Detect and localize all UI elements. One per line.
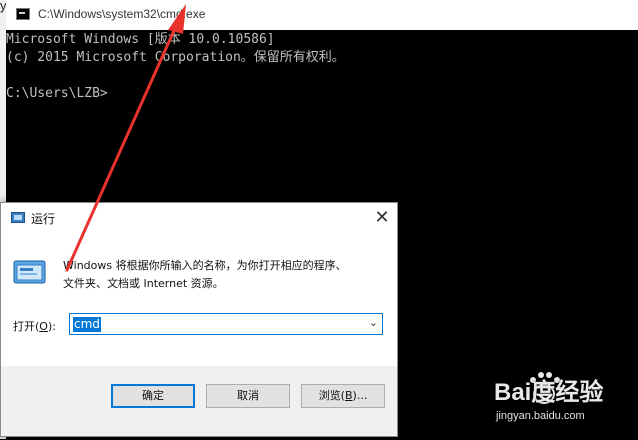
- chevron-down-icon[interactable]: ⌄: [369, 316, 378, 329]
- browse-button[interactable]: 浏览(B)...: [301, 384, 385, 408]
- run-description: Windows 将根据你所输入的名称，为你打开相应的程序、 文件夹、文档或 In…: [63, 257, 383, 293]
- run-description-line: Windows 将根据你所输入的名称，为你打开相应的程序、: [63, 259, 347, 272]
- close-icon: ✕: [374, 207, 390, 228]
- baidu-jingyan-watermark: Bai度经验 jingyan.baidu.com: [488, 368, 636, 434]
- browse-button-text: 浏览(: [318, 389, 345, 402]
- close-button[interactable]: ✕: [367, 203, 397, 233]
- open-combobox[interactable]: cmd ⌄: [69, 313, 383, 335]
- dialog-button-bar: 确定 取消 浏览(B)...: [1, 366, 397, 436]
- run-program-icon: [13, 260, 46, 284]
- watermark-brand: Bai度经验: [494, 379, 604, 406]
- console-app-icon: [16, 8, 30, 20]
- run-dialog-titlebar[interactable]: 运行 ✕: [1, 203, 397, 233]
- run-description-line: 文件夹、文档或 Internet 资源。: [63, 277, 224, 290]
- open-input-value[interactable]: cmd: [73, 317, 101, 332]
- cancel-button[interactable]: 取消: [206, 384, 290, 408]
- run-dialog[interactable]: 运行 ✕ Windows 将根据你所输入的名称，为你打开相应的程序、 文件夹、文…: [0, 202, 398, 437]
- cmd-window-title: C:\Windows\system32\cmd.exe: [38, 7, 206, 21]
- open-label-text: 打开(: [13, 320, 40, 333]
- run-dialog-title: 运行: [31, 212, 56, 226]
- open-label-accesskey: O: [39, 320, 48, 333]
- ok-button[interactable]: 确定: [111, 384, 195, 408]
- browse-button-end: )...: [352, 389, 368, 402]
- console-line: (c) 2015 Microsoft Corporation。保留所有权利。: [6, 50, 345, 65]
- run-app-icon: [11, 212, 25, 223]
- cmd-titlebar[interactable]: C:\Windows\system32\cmd.exe: [6, 0, 638, 31]
- open-label-end: ):: [47, 320, 56, 333]
- watermark-url: jingyan.baidu.com: [496, 410, 585, 422]
- console-line: Microsoft Windows [版本 10.0.10586]: [6, 32, 275, 47]
- browse-button-accesskey: B: [344, 389, 353, 402]
- open-label: 打开(O):: [13, 318, 56, 334]
- console-prompt: C:\Users\LZB>: [6, 86, 108, 101]
